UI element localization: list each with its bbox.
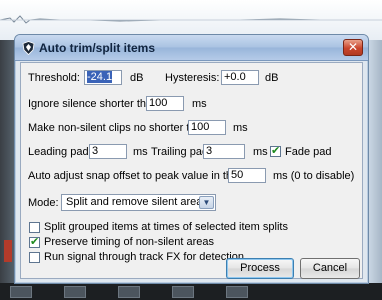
hysteresis-input[interactable]: +0.0 <box>221 70 259 85</box>
mixer-channel <box>226 286 248 298</box>
snap-offset-unit: ms (0 to disable) <box>273 170 355 182</box>
mixer-channel <box>118 286 140 298</box>
dialog-content: Threshold: -24.1 dB Hysteresis: +0.0 dB … <box>20 62 363 279</box>
split-grouped-label: Split grouped items at times of selected… <box>44 221 288 233</box>
close-button[interactable]: ✕ <box>343 39 363 56</box>
auto-trim-dialog: Auto trim/split items ✕ Threshold: -24.1… <box>14 34 369 284</box>
chevron-down-icon[interactable]: ▼ <box>199 196 214 209</box>
threshold-input[interactable]: -24.1 <box>84 70 122 85</box>
ignore-silence-unit: ms <box>192 98 207 110</box>
leading-pad-unit: ms <box>133 146 148 158</box>
preserve-timing-checkbox[interactable]: ✔ <box>29 236 40 248</box>
dialog-title: Auto trim/split items <box>39 41 156 55</box>
ignore-silence-label: Ignore silence shorter than: <box>28 98 162 110</box>
ignore-silence-input[interactable]: 100 <box>146 96 184 111</box>
mixer-channel <box>64 286 86 298</box>
threshold-unit: dB <box>130 72 144 84</box>
cancel-button[interactable]: Cancel <box>300 258 360 279</box>
check-mark-icon: ✔ <box>30 236 40 248</box>
check-mark-icon: ✔ <box>271 145 281 157</box>
waveform-graphic <box>0 15 382 24</box>
leading-pad-label: Leading pad: <box>28 146 92 158</box>
mode-label: Mode: <box>28 197 59 209</box>
app-shield-icon <box>22 41 35 55</box>
snap-offset-input[interactable]: 50 <box>228 168 266 183</box>
background-track-marker <box>4 240 12 262</box>
trailing-pad-unit: ms <box>253 146 268 158</box>
min-clip-input[interactable]: 100 <box>188 120 226 135</box>
snap-offset-label: Auto adjust snap offset to peak value in… <box>28 170 259 182</box>
min-clip-unit: ms <box>233 122 248 134</box>
min-clip-label: Make non-silent clips no shorter than: <box>28 122 211 134</box>
mode-select-value: Split and remove silent areas <box>66 196 208 208</box>
split-grouped-checkbox[interactable] <box>29 222 40 233</box>
fade-pad-checkbox[interactable]: ✔ <box>270 145 281 157</box>
hysteresis-label: Hysteresis: <box>165 72 220 84</box>
run-fx-checkbox[interactable] <box>29 252 40 263</box>
preserve-timing-label: Preserve timing of non-silent areas <box>44 236 214 248</box>
fade-pad-label: Fade pad <box>285 146 332 158</box>
dialog-titlebar[interactable]: Auto trim/split items ✕ <box>15 35 368 61</box>
background-scrollbar <box>369 40 382 300</box>
background-mixer-strip <box>0 283 382 300</box>
run-fx-label: Run signal through track FX for detectio… <box>44 251 244 263</box>
trailing-pad-input[interactable]: 3 <box>203 144 245 159</box>
mode-select[interactable]: Split and remove silent areas ▼ <box>61 194 216 211</box>
threshold-label: Threshold: <box>28 72 80 84</box>
hysteresis-unit: dB <box>265 72 279 84</box>
close-icon: ✕ <box>347 40 359 54</box>
process-button[interactable]: Process <box>226 258 294 279</box>
mixer-channel <box>172 286 194 298</box>
leading-pad-input[interactable]: 3 <box>89 144 127 159</box>
mixer-channel <box>10 286 32 298</box>
